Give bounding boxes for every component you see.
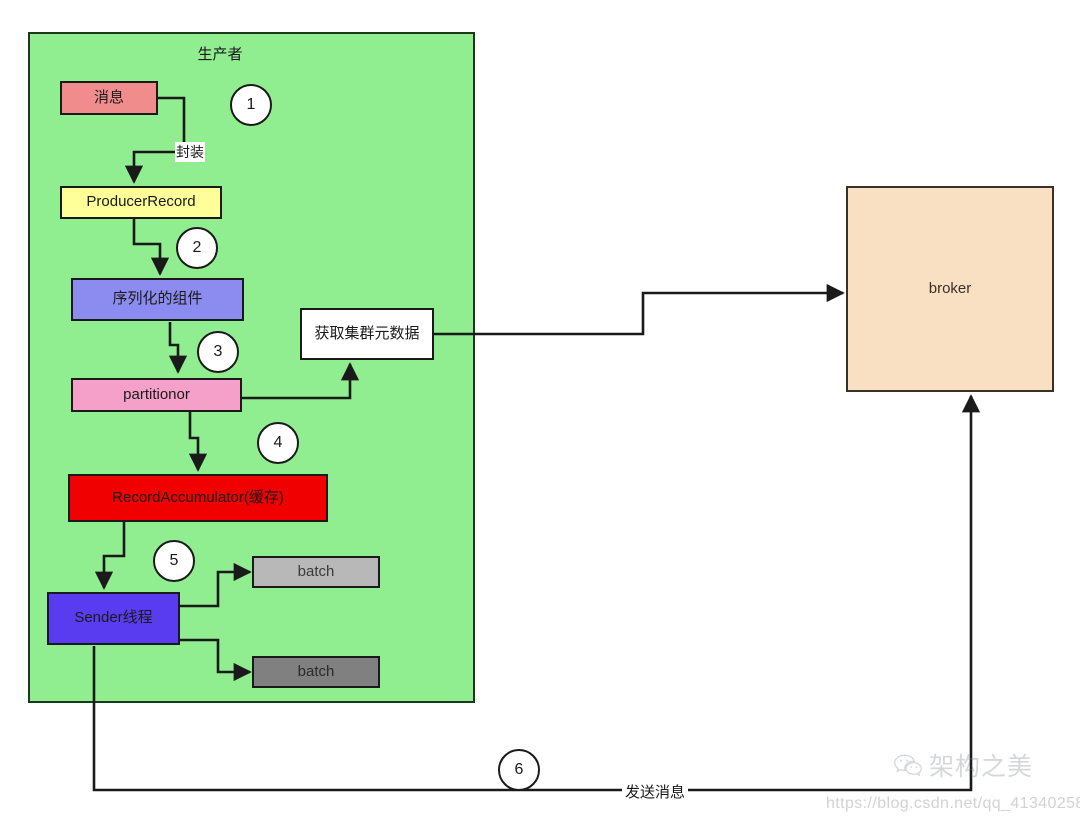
step-badge-4-label: 4 — [273, 434, 283, 451]
edge-metadata-to-broker — [434, 283, 845, 336]
node-partitioner[interactable]: partitionor — [71, 378, 242, 412]
step-badge-2: 2 — [176, 227, 218, 269]
step-badge-1: 1 — [230, 84, 272, 126]
watermark: 架构之美 — [893, 747, 1033, 783]
node-batch-bottom-label: batch — [297, 662, 335, 680]
watermark-brand-text: 架构之美 — [929, 753, 1034, 781]
step-badge-4: 4 — [257, 422, 299, 464]
edge-label-send-message: 发送消息 — [622, 781, 689, 802]
node-sender-thread[interactable]: Sender线程 — [47, 592, 180, 645]
node-record-accumulator[interactable]: RecordAccumulator(缓存) — [68, 474, 328, 522]
node-cluster-metadata[interactable]: 获取集群元数据 — [300, 308, 434, 360]
node-serializer[interactable]: 序列化的组件 — [71, 278, 244, 321]
step-badge-3-label: 3 — [213, 343, 223, 360]
node-sender-thread-label: Sender线程 — [74, 609, 153, 627]
producer-container-label: 生产者 — [197, 46, 243, 63]
step-badge-3: 3 — [197, 331, 239, 373]
step-badge-2-label: 2 — [192, 239, 202, 256]
node-batch-top[interactable]: batch — [252, 556, 380, 588]
node-message-label: 消息 — [93, 88, 124, 106]
step-badge-6: 6 — [498, 749, 540, 791]
node-broker[interactable]: broker — [846, 186, 1054, 392]
node-cluster-metadata-label: 获取集群元数据 — [314, 324, 420, 342]
step-badge-5-label: 5 — [169, 552, 179, 569]
node-batch-bottom[interactable]: batch — [252, 656, 380, 688]
node-batch-top-label: batch — [297, 562, 335, 580]
step-badge-5: 5 — [153, 540, 195, 582]
node-record-accumulator-label: RecordAccumulator(缓存) — [112, 488, 284, 506]
node-producer-record-label: ProducerRecord — [86, 193, 196, 211]
node-message[interactable]: 消息 — [60, 81, 158, 115]
node-partitioner-label: partitionor — [123, 385, 190, 403]
step-badge-1-label: 1 — [246, 96, 256, 113]
step-badge-6-label: 6 — [514, 761, 524, 778]
wechat-icon — [894, 754, 922, 777]
node-serializer-label: 序列化的组件 — [112, 290, 203, 308]
source-url-text: https://blog.csdn.net/qq_41340258 — [826, 795, 1080, 812]
node-producer-record[interactable]: ProducerRecord — [60, 186, 222, 219]
diagram-canvas: 生产者 消息 ProducerRecord 序列化的组件 partitionor… — [0, 0, 1080, 822]
edge-label-encapsulate: 封装 — [175, 142, 205, 162]
node-broker-label: broker — [928, 279, 972, 297]
